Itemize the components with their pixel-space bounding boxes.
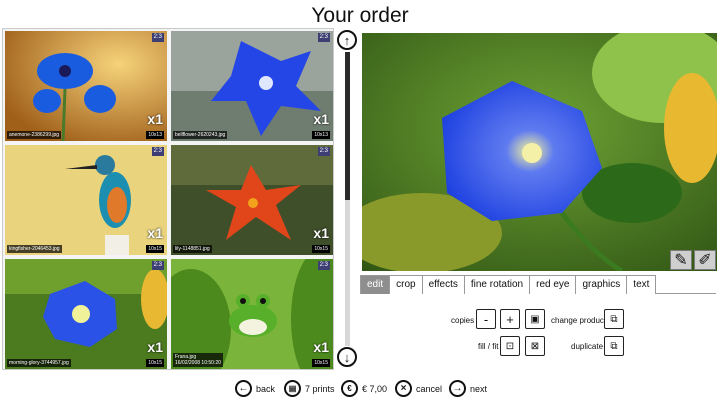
price-value: € 7,00 [362, 383, 388, 394]
tab-crop[interactable]: crop [389, 275, 423, 294]
prints-summary[interactable]: ▤ 7 prints [284, 380, 335, 397]
price-icon: € [341, 380, 358, 397]
quantity-label: x1 [147, 111, 163, 127]
change-product-icon: ⧉ [610, 313, 618, 325]
ratio-badge: 2:3 [317, 33, 330, 42]
scroll-up-button[interactable]: ↑ [337, 30, 357, 50]
quantity-label: x1 [147, 339, 163, 355]
tab-fine-rotation[interactable]: fine rotation [463, 275, 531, 294]
arrow-left-icon: ← [235, 380, 252, 397]
arrow-right-icon: → [449, 380, 466, 397]
filename-label: bellflower-2620243.jpg [173, 131, 228, 139]
quantity-label: x1 [313, 225, 329, 241]
size-label: 10x15 [146, 245, 164, 253]
photo-thumbnail[interactable]: 2:3 x1 10x15 kingfisher-2046453.jpg [5, 145, 167, 255]
size-label: 10x15 [312, 359, 330, 367]
size-label: 10x15 [146, 359, 164, 367]
filename-label: Frana.jpg 16/02/2008 10:50:20 [173, 353, 223, 367]
tab-red-eye[interactable]: red eye [529, 275, 577, 294]
size-label: 10x15 [312, 245, 330, 253]
photo-preview [362, 33, 717, 271]
plus-icon: + [506, 311, 514, 327]
filename-label: morning-glory-3744957.jpg [7, 359, 71, 367]
photo-thumbnail-selected[interactable]: 2:3 x1 10x15 morning-glory-3744957.jpg [5, 259, 167, 369]
thumbnail-grid: 2:3 x1 10x13 anemone-2386299.jpg 2:3 x1 … [2, 28, 334, 370]
change-product-button[interactable]: ⧉ [604, 309, 624, 329]
anemone-photo [5, 31, 167, 141]
ratio-badge: 2:3 [151, 261, 164, 270]
arrow-up-icon: ↑ [343, 32, 351, 48]
next-button[interactable]: → next [449, 380, 487, 397]
back-button[interactable]: ← back [235, 380, 275, 397]
minus-icon: - [483, 311, 489, 327]
arrow-down-icon: ↓ [343, 349, 351, 365]
kingfisher-photo [5, 145, 167, 255]
filename-label: kingfisher-2046453.jpg [7, 245, 62, 253]
lily-photo [171, 145, 333, 255]
red-eye-tool-icon: ✐ [698, 252, 712, 269]
quantity-label: x1 [147, 225, 163, 241]
copies-minus-button[interactable]: - [476, 309, 496, 329]
photo-thumbnail[interactable]: 2:3 x1 10x13 anemone-2386299.jpg [5, 31, 167, 141]
close-icon: × [395, 380, 412, 397]
adjust-tool-button[interactable]: ✎ [670, 250, 692, 270]
duplicate-icon: ⧉ [610, 340, 618, 352]
duplicate-button[interactable]: ⧉ [604, 336, 624, 356]
ratio-badge: 2:3 [151, 33, 164, 42]
edit-tabs: edit crop effects fine rotation red eye … [360, 275, 716, 294]
filename-label: anemone-2386299.jpg [7, 131, 62, 139]
photo-thumbnail[interactable]: 2:3 x1 10x15 Frana.jpg 16/02/2008 10:50:… [171, 259, 333, 369]
tab-effects[interactable]: effects [421, 275, 465, 294]
price-summary[interactable]: € € 7,00 [341, 380, 387, 397]
remove-copies-button[interactable]: ▣ [525, 309, 545, 329]
ratio-badge: 2:3 [317, 261, 330, 270]
next-label: next [470, 383, 488, 394]
fill-icon: ⊡ [505, 340, 515, 352]
cancel-button[interactable]: × cancel [395, 380, 442, 397]
photo-thumbnail[interactable]: 2:3 x1 10x13 bellflower-2620243.jpg [171, 31, 333, 141]
size-label: 10x13 [146, 131, 164, 139]
scroll-down-button[interactable]: ↓ [337, 347, 357, 367]
fill-button[interactable]: ⊡ [500, 336, 520, 356]
adjust-icon: ✎ [674, 252, 688, 269]
quantity-label: x1 [313, 339, 329, 355]
photo-thumbnail[interactable]: 2:3 x1 10x15 lily-1148851.jpg [171, 145, 333, 255]
back-label: back [256, 383, 276, 394]
fit-button[interactable]: ⊠ [525, 336, 545, 356]
tab-edit[interactable]: edit [360, 275, 391, 294]
quantity-label: x1 [313, 111, 329, 127]
ratio-badge: 2:3 [151, 147, 164, 156]
image-remove-icon: ▣ [530, 313, 540, 325]
prints-count: 7 prints [305, 383, 335, 394]
change-product-label: change product [551, 316, 607, 325]
bellflower-photo [171, 31, 333, 141]
morning-glory-photo [5, 259, 167, 369]
fill-fit-label: fill / fit [478, 342, 499, 351]
size-label: 10x13 [312, 131, 330, 139]
morning-glory-preview [362, 33, 717, 271]
filename-label: lily-1148851.jpg [173, 245, 212, 253]
duplicate-label: duplicate [571, 342, 604, 351]
fit-icon: ⊠ [530, 340, 540, 352]
copies-label: copies [451, 316, 475, 325]
red-eye-tool-button[interactable]: ✐ [694, 250, 716, 270]
tab-text[interactable]: text [626, 275, 657, 294]
copies-plus-button[interactable]: + [500, 309, 520, 329]
scrollbar-thumb[interactable] [345, 52, 350, 200]
ratio-badge: 2:3 [317, 147, 330, 156]
page-title: Your order [311, 4, 409, 27]
cancel-label: cancel [416, 383, 443, 394]
tab-graphics[interactable]: graphics [575, 275, 628, 294]
prints-icon: ▤ [284, 380, 301, 397]
